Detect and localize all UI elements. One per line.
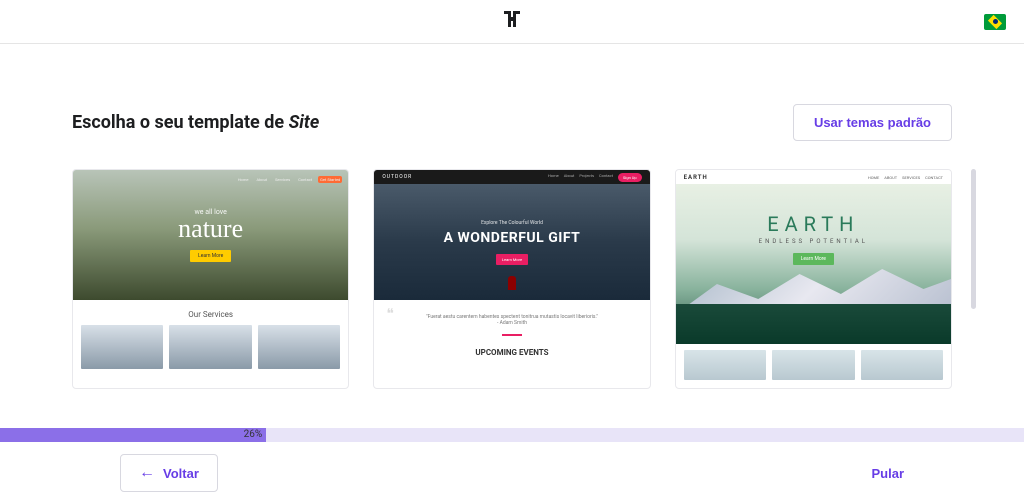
back-button[interactable]: ← Voltar xyxy=(120,454,218,492)
template-nav: EARTH HOME ABOUT SERVICES CONTACT xyxy=(676,170,951,184)
template-cta: Learn More xyxy=(190,250,231,262)
progress-bar: 26% xyxy=(0,428,1024,442)
template-kicker: Explore The Colourful World xyxy=(481,220,543,226)
template-thumb-grid xyxy=(73,325,348,369)
main-content: Escolha o seu template de Site Usar tema… xyxy=(52,104,972,389)
template-card-earth[interactable]: EARTH HOME ABOUT SERVICES CONTACT EARTH … xyxy=(675,169,952,389)
title-row: Escolha o seu template de Site Usar tema… xyxy=(72,104,952,141)
title-emphasis: Site xyxy=(289,112,320,133)
template-subhead: ENDLESS POTENTIAL xyxy=(759,238,868,245)
template-hero: Explore The Colourful World A WONDERFUL … xyxy=(374,184,649,300)
skip-button[interactable]: Pular xyxy=(871,466,904,481)
brand-logo xyxy=(502,9,522,34)
template-card-nature[interactable]: Home About Services Contact Get Started … xyxy=(72,169,349,389)
scrollbar[interactable] xyxy=(971,169,976,309)
back-button-label: Voltar xyxy=(163,466,199,481)
app-header xyxy=(0,0,1024,44)
template-hero: Home About Services Contact Get Started … xyxy=(73,170,348,300)
arrow-left-icon: ← xyxy=(139,464,155,482)
progress-fill: 26% xyxy=(0,428,266,442)
logo-icon xyxy=(502,9,522,29)
template-section-title: UPCOMING EVENTS xyxy=(374,342,649,363)
progress-label: 26% xyxy=(244,428,263,442)
templates-grid: Home About Services Contact Get Started … xyxy=(72,169,952,389)
template-headline: EARTH xyxy=(767,212,859,236)
template-nav: Home About Services Contact Get Started xyxy=(236,176,343,183)
template-cta: Learn More xyxy=(496,254,528,265)
template-hero: EARTH ENDLESS POTENTIAL Learn More xyxy=(676,184,951,344)
template-section-title: Our Services xyxy=(73,300,348,325)
templates-wrapper: Home About Services Contact Get Started … xyxy=(72,169,952,389)
template-nav: OUTDOOR Home About Projects Contact Sign… xyxy=(374,170,649,184)
template-quote: "Fuerat aestu carentem habentes spectent… xyxy=(374,300,649,334)
template-cta: Learn More xyxy=(793,253,834,265)
title-prefix: Escolha o seu template de xyxy=(72,112,289,133)
template-card-outdoor[interactable]: OUTDOOR Home About Projects Contact Sign… xyxy=(373,169,650,389)
template-headline: nature xyxy=(178,214,243,244)
template-headline: A WONDERFUL GIFT xyxy=(444,230,581,246)
language-flag-brazil[interactable] xyxy=(984,14,1006,30)
template-kicker: we all love xyxy=(194,208,226,216)
footer-nav: ← Voltar Pular xyxy=(0,442,1024,504)
default-themes-button[interactable]: Usar temas padrão xyxy=(793,104,952,141)
page-title: Escolha o seu template de Site xyxy=(72,112,319,133)
template-thumb-grid xyxy=(676,344,951,380)
